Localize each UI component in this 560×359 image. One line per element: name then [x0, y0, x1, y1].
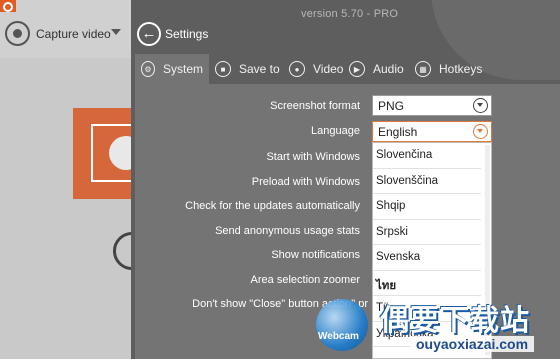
tab-video[interactable]: ● Video — [289, 54, 343, 84]
tab-label: Video — [313, 62, 344, 76]
settings-tabs: ⚙ System ■ Save to ● Video ▶ Audio ▦ Hot… — [135, 54, 560, 84]
keyboard-icon: ▦ — [415, 61, 431, 77]
tab-label: System — [162, 62, 203, 76]
capture-mode-label[interactable]: Capture video — [36, 27, 111, 41]
back-arrow-icon[interactable]: ← — [137, 22, 161, 46]
record-button[interactable] — [113, 232, 131, 270]
site-watermark: Webcam 偶要下载站 ouyaoxiazai.com — [310, 295, 560, 359]
language-option[interactable]: ไทย — [373, 271, 481, 296]
tab-hotkeys[interactable]: ▦ Hotkeys — [415, 54, 482, 84]
language-option[interactable]: Slovenčina — [373, 143, 481, 169]
preload-with-windows-label: Preload with Windows — [251, 176, 360, 188]
folder-icon: ■ — [215, 61, 231, 77]
system-icon: ⚙ — [141, 61, 155, 77]
screenshot-format-label: Screenshot format — [270, 100, 360, 112]
watermark-url: ouyaoxiazai.com — [410, 336, 535, 352]
chevron-down-icon[interactable] — [473, 98, 488, 113]
start-with-windows-label: Start with Windows — [266, 151, 360, 163]
tab-label: Save to — [239, 62, 280, 76]
language-select[interactable]: English — [372, 121, 492, 142]
tab-audio[interactable]: ▶ Audio — [349, 54, 404, 84]
language-label: Language — [311, 125, 360, 137]
speaker-icon: ▶ — [349, 61, 365, 77]
watermark-title: 偶要下载站 — [380, 305, 531, 337]
watermark-logo-icon — [316, 299, 368, 351]
send-stats-label: Send anonymous usage stats — [215, 225, 360, 237]
show-notifications-label: Show notifications — [271, 249, 360, 261]
record-icon: ● — [289, 61, 305, 77]
settings-title: Settings — [165, 27, 209, 41]
language-option[interactable]: Slovenščina — [373, 169, 481, 194]
language-option[interactable]: Svenska — [373, 245, 481, 271]
watermark-logo-text: Webcam — [318, 331, 359, 342]
language-value: English — [378, 125, 418, 139]
area-zoomer-label: Area selection zoomer — [250, 274, 360, 286]
screenshot-preview — [73, 108, 131, 199]
record-icon[interactable] — [5, 21, 30, 46]
chevron-down-icon[interactable] — [111, 29, 121, 35]
language-option[interactable]: Srpski — [373, 220, 481, 245]
tab-system[interactable]: ⚙ System — [135, 54, 209, 84]
tab-save-to[interactable]: ■ Save to — [215, 54, 280, 84]
screenshot-format-select[interactable]: PNG — [372, 95, 492, 116]
language-option[interactable]: Shqip — [373, 194, 481, 220]
screenshot-format-value: PNG — [378, 99, 405, 113]
tab-label: Audio — [373, 62, 404, 76]
main-app-panel: Capture video — [0, 0, 131, 359]
tab-label: Hotkeys — [439, 62, 483, 76]
version-label: version 5.70 - PRO — [301, 8, 399, 20]
chevron-down-icon[interactable] — [473, 124, 488, 139]
check-updates-label: Check for the updates automatically — [185, 200, 360, 212]
app-logo-icon — [0, 0, 16, 12]
